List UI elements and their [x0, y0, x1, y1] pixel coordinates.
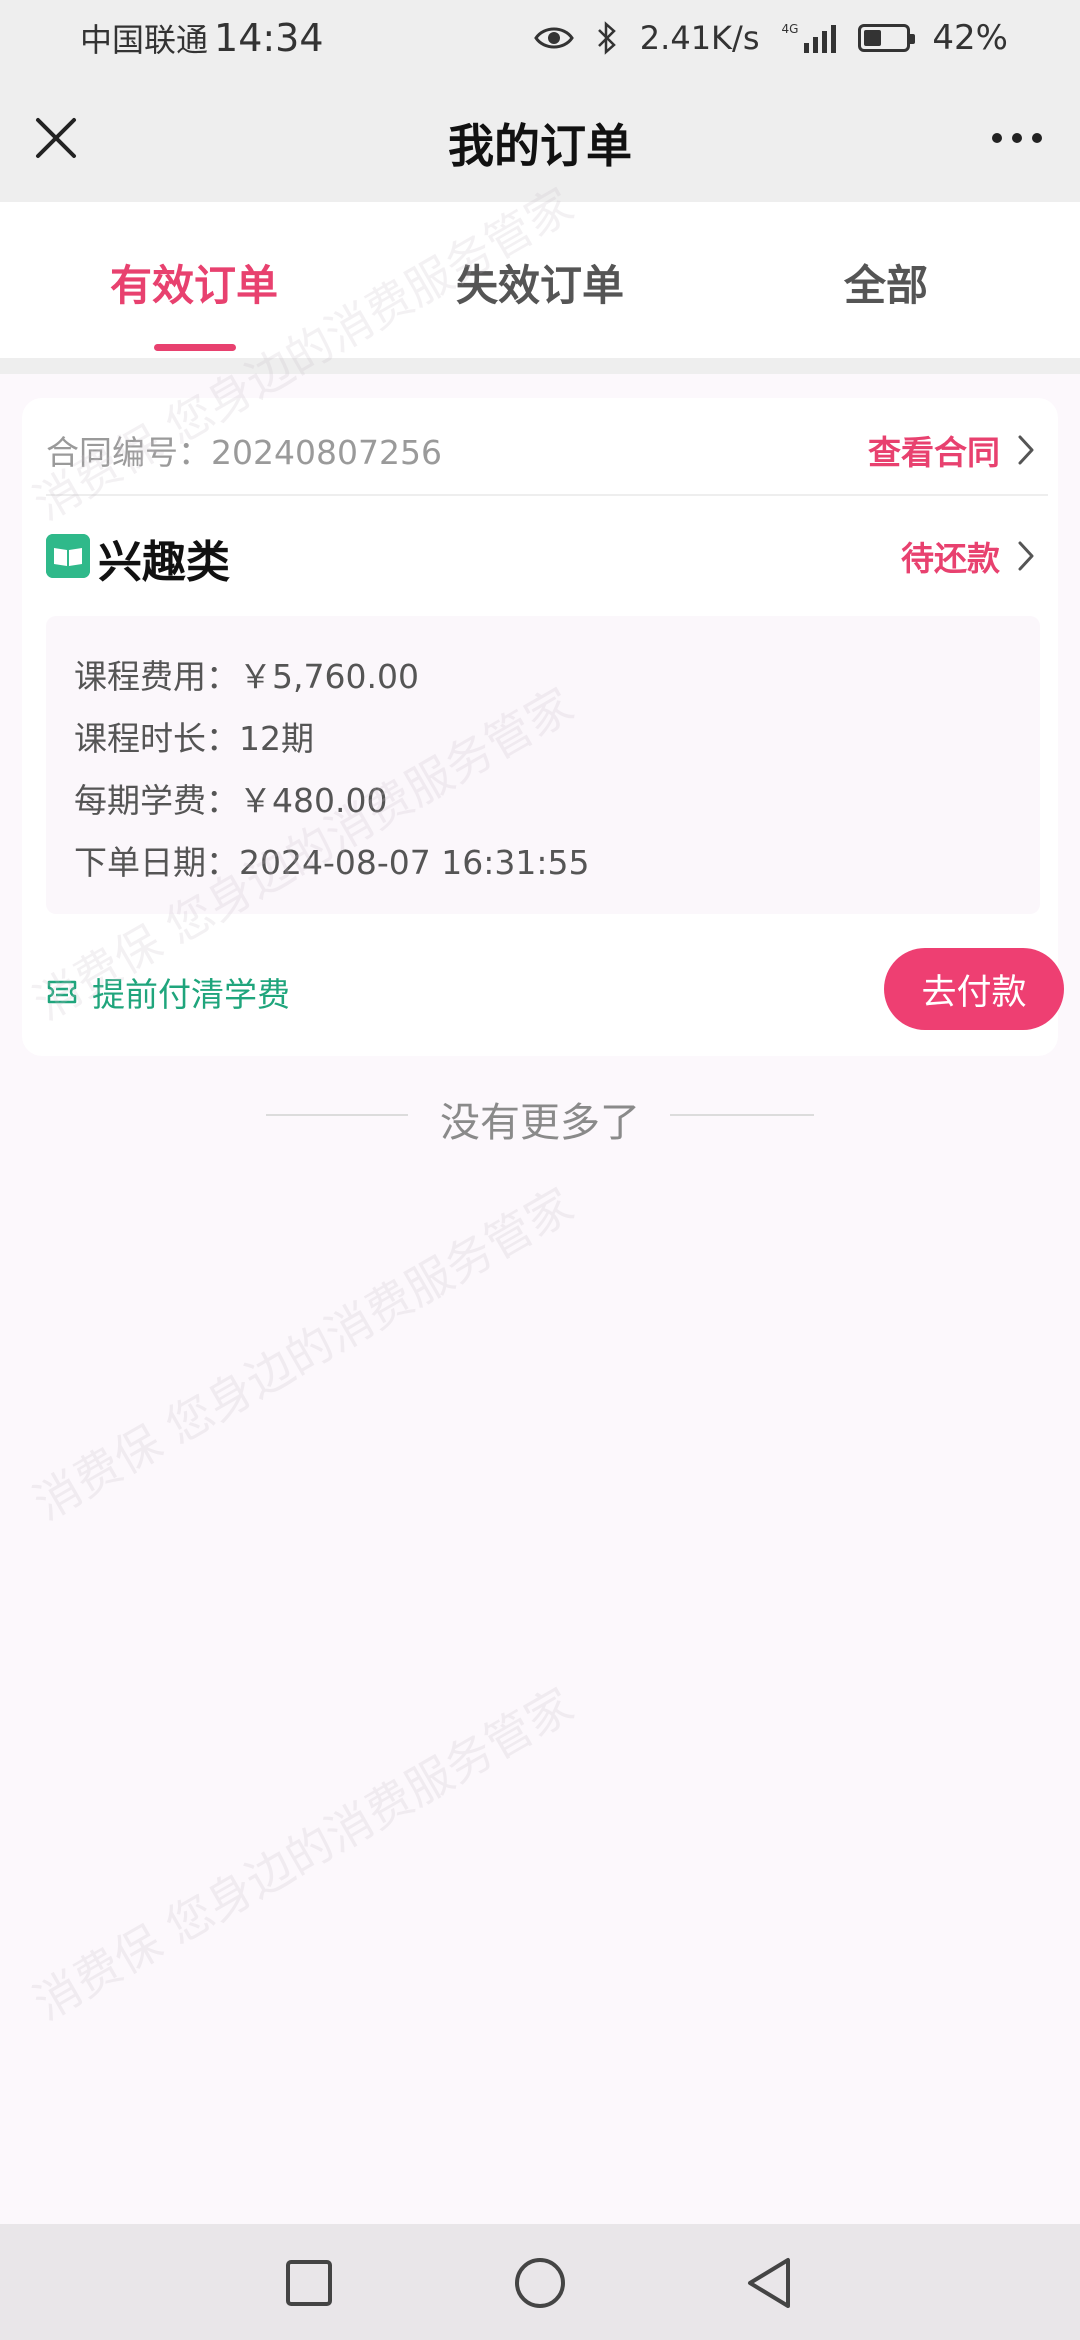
ticket-icon [47, 980, 77, 1004]
order-card: 合同编号：20240807256 查看合同 兴趣类 待还款 课程费用：￥5,76… [22, 398, 1064, 1056]
course-duration: 课程时长：12期 [74, 719, 314, 758]
page-title: 我的订单 [448, 119, 632, 173]
category-row: 兴趣类 待还款 [46, 526, 1036, 588]
watermark-text: 消费保 您身边的消费服务管家 [24, 1677, 583, 2031]
battery-percent: 42% [932, 18, 1008, 58]
prepay-link[interactable]: 提前付清学费 [46, 968, 290, 1016]
bluetooth-icon [597, 21, 616, 55]
view-contract-label: 查看合同 [868, 433, 1000, 472]
contract-number: 20240807256 [211, 433, 442, 472]
category-name: 兴趣类 [98, 537, 230, 588]
more-icon[interactable] [982, 116, 1052, 160]
circle-icon[interactable] [509, 2252, 571, 2314]
nav-bar: 我的订单 [0, 76, 1080, 202]
chevron-right-icon [1018, 435, 1034, 465]
contract-info: 合同编号：20240807256 [46, 426, 442, 474]
active-tab-indicator [154, 344, 236, 351]
battery-icon [858, 24, 916, 52]
book-icon [46, 534, 90, 578]
clock: 14:34 [214, 16, 324, 60]
square-icon[interactable] [278, 2252, 340, 2314]
status-right: 2.41K/s 4G 42% [533, 18, 1008, 58]
status-left: 中国联通 14:34 [80, 15, 324, 61]
order-tabs: 有效订单 失效订单 全部 [0, 202, 1080, 358]
net-speed: 2.41K/s [639, 19, 760, 57]
network-type: 4G [781, 22, 799, 36]
tab-valid-orders[interactable]: 有效订单 [14, 252, 374, 313]
status-bar: 中国联通 14:34 2.41K/s 4G 42% [0, 0, 1080, 76]
pay-button[interactable]: 去付款 [884, 948, 1064, 1030]
contract-label: 合同编号： [46, 433, 211, 472]
contract-row: 合同编号：20240807256 查看合同 [46, 426, 1036, 476]
order-status-link[interactable]: 待还款 [901, 532, 1036, 580]
tab-all[interactable]: 全部 [706, 252, 1066, 313]
tab-invalid-orders[interactable]: 失效订单 [360, 252, 720, 313]
card-divider [46, 494, 1048, 496]
course-fee: 课程费用：￥5,760.00 [74, 657, 419, 696]
view-contract-link[interactable]: 查看合同 [868, 426, 1036, 474]
chevron-right-icon [1018, 541, 1034, 571]
order-status: 待还款 [901, 539, 1000, 578]
carrier-name: 中国联通 [80, 21, 209, 59]
triangle-back-icon[interactable] [740, 2252, 802, 2314]
prepay-label: 提前付清学费 [92, 975, 290, 1014]
watermark-text: 消费保 您身边的消费服务管家 [24, 1177, 583, 1531]
signal-icon: 4G [781, 22, 837, 53]
order-date: 下单日期：2024-08-07 16:31:55 [74, 843, 590, 882]
list-end-label: 没有更多了 [440, 1100, 640, 1146]
section-divider [0, 358, 1080, 374]
eye-icon [533, 27, 574, 49]
order-details: 课程费用：￥5,760.00 课程时长：12期 每期学费：￥480.00 下单日… [46, 616, 1040, 914]
system-nav-bar [0, 2224, 1080, 2340]
installment-fee: 每期学费：￥480.00 [74, 781, 388, 820]
battery-fill [864, 30, 882, 46]
divider-right [670, 1114, 814, 1116]
list-end: 没有更多了 [0, 1090, 1080, 1146]
